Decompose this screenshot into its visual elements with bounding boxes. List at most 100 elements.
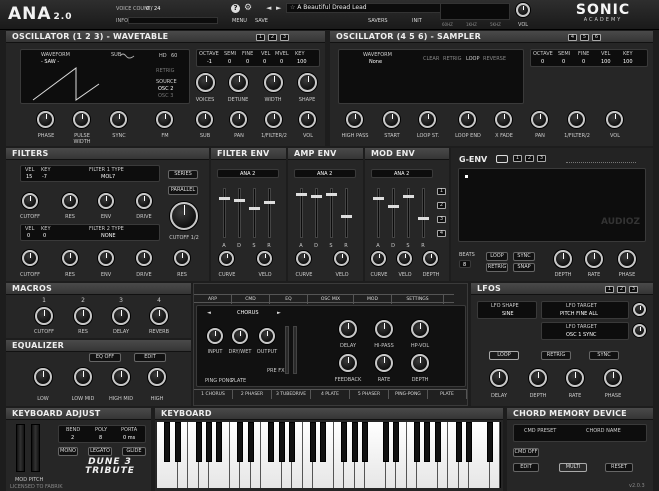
reset-button[interactable]: RESET <box>605 463 633 472</box>
legato-button[interactable]: LEGATO <box>88 447 112 456</box>
lfo-tab-3[interactable]: 3 <box>629 286 638 293</box>
osc2-tab-5[interactable]: 5 <box>580 34 589 41</box>
black-key[interactable] <box>206 422 212 462</box>
source-osc3[interactable]: OSC 3 <box>158 93 173 99</box>
f1-cutoff-knob[interactable] <box>22 193 38 209</box>
loop-start-knob[interactable] <box>419 111 436 128</box>
eq-low-mid-knob[interactable] <box>74 368 92 386</box>
chord-display[interactable]: CMD PRESET CHORD NAME <box>513 424 647 442</box>
f1-drive-knob[interactable] <box>136 193 152 209</box>
init-button[interactable]: INIT <box>412 18 422 24</box>
black-key[interactable] <box>247 422 254 462</box>
osc1-waveform-display[interactable]: WAVEFORM - SAW - SUB HD 60 RETRIG SOURCE… <box>20 49 190 104</box>
lfo-delay-knob[interactable] <box>490 369 508 387</box>
series-button[interactable]: SERIES <box>168 170 198 179</box>
fx-chain-ping-pong[interactable]: PING-PONG <box>389 390 428 399</box>
f1-type[interactable]: MOL7 <box>101 174 115 180</box>
width-knob[interactable] <box>264 73 283 92</box>
g-env-sync-button[interactable]: SYNC <box>513 252 535 261</box>
amp-env-curve-knob[interactable] <box>296 251 311 266</box>
g-env-phase-knob[interactable] <box>618 250 636 268</box>
eq-high-mid-knob[interactable] <box>112 368 130 386</box>
fx-slot-slider-2[interactable] <box>293 326 297 374</box>
lfo-retrig-button[interactable]: RETRIG <box>541 351 571 360</box>
f2-res-extra-knob[interactable] <box>174 250 190 266</box>
lfo-tab-2[interactable]: 2 <box>617 286 626 293</box>
osc2-param-val-0[interactable]: 0 <box>541 59 544 65</box>
osc1-param-val-4[interactable]: 0 <box>280 59 283 65</box>
lfo-target-2[interactable]: LFO TARGET OSC 1 SYNC <box>541 322 629 340</box>
g-env-depth-knob[interactable] <box>554 250 572 268</box>
black-key[interactable] <box>382 422 389 462</box>
loop-end-knob[interactable] <box>459 111 476 128</box>
bend-value[interactable]: 2 <box>71 435 74 441</box>
g-env-retrig-button[interactable]: RETRIG <box>486 263 508 272</box>
menu-button[interactable]: MENU <box>232 18 247 24</box>
osc1-filter-route-knob[interactable] <box>265 111 282 128</box>
f2-env-knob[interactable] <box>98 250 114 266</box>
x-fade-knob[interactable] <box>495 111 512 128</box>
mod-env-select[interactable]: ANA 2 <box>371 169 433 178</box>
mod-env-depth-knob[interactable] <box>423 251 438 266</box>
g-env-target-display[interactable] <box>566 155 636 163</box>
settings-gear-icon[interactable]: ⚙ <box>244 4 252 13</box>
black-key[interactable] <box>455 422 462 462</box>
osc1-tab-2[interactable]: 2 <box>268 34 277 41</box>
tab-arp[interactable]: ARP <box>194 295 232 304</box>
fx-dry-wet-knob[interactable] <box>232 328 248 344</box>
osc2-tab-4[interactable]: 4 <box>568 34 577 41</box>
osc2-filter-route-knob[interactable] <box>568 111 585 128</box>
master-volume-knob[interactable] <box>516 3 530 17</box>
g-env-tab-1[interactable]: 1 <box>513 155 522 162</box>
amp-env-attack-slider[interactable] <box>296 188 307 238</box>
f2-key[interactable]: 0 <box>43 233 46 239</box>
eq-edit-button[interactable]: EDIT <box>134 353 166 362</box>
reverse-option[interactable]: REVERSE <box>483 56 506 62</box>
tab-mod[interactable]: MOD <box>354 295 392 304</box>
filter-env-select[interactable]: ANA 2 <box>217 169 279 178</box>
savers-button[interactable]: SAVERS <box>368 18 388 24</box>
multi-button[interactable]: MULTI <box>559 463 587 472</box>
lfo-shape-select[interactable]: LFO SHAPE SINE <box>477 301 537 319</box>
g-env-mode-icon[interactable] <box>496 155 508 163</box>
lfo-depth-knob[interactable] <box>529 369 547 387</box>
filter-env-release-slider[interactable] <box>264 188 275 238</box>
osc2-param-val-2[interactable]: 0 <box>582 59 585 65</box>
lfo-loop-button[interactable]: LOOP <box>489 351 519 360</box>
amp-env-velo-knob[interactable] <box>334 251 349 266</box>
macro-3-knob[interactable] <box>112 307 130 325</box>
filter2-display[interactable]: VEL KEY 0 0 FILTER 2 TYPE NONE <box>20 224 160 241</box>
osc1-param-val-0[interactable]: -1 <box>207 59 212 65</box>
eq-low-knob[interactable] <box>34 368 52 386</box>
mod-env-release-slider[interactable] <box>418 188 429 238</box>
f2-drive-knob[interactable] <box>136 250 152 266</box>
fx-output-knob[interactable] <box>259 328 275 344</box>
fx-slot-slider-1[interactable] <box>285 326 289 374</box>
lfo-target-1-amount-knob[interactable] <box>633 303 646 316</box>
mod-env-curve-knob[interactable] <box>371 251 386 266</box>
black-key[interactable] <box>278 422 285 462</box>
fx-rate-knob[interactable] <box>375 354 393 372</box>
f1-key[interactable]: -7 <box>42 174 47 180</box>
phase-knob[interactable] <box>37 111 54 128</box>
f2-cutoff-knob[interactable] <box>22 250 38 266</box>
eq-off-button[interactable]: EQ OFF <box>89 353 121 362</box>
black-key[interactable] <box>289 422 296 462</box>
g-env-tab-3[interactable]: 3 <box>537 155 546 162</box>
fx-hp-vol-knob[interactable] <box>411 320 429 338</box>
g-env-tab-2[interactable]: 2 <box>525 155 534 162</box>
mod-env-velo-knob[interactable] <box>397 251 412 266</box>
f1-env-knob[interactable] <box>98 193 114 209</box>
macro-2-knob[interactable] <box>74 307 92 325</box>
sampler-display[interactable]: WAVEFORM None CLEAR RETRIG LOOP REVERSE <box>338 49 524 104</box>
preset-prev-icon[interactable]: ◄ <box>266 4 271 12</box>
f2-vel[interactable]: 0 <box>27 233 30 239</box>
osc1-param-val-2[interactable]: 0 <box>246 59 249 65</box>
mod-env-slot-1[interactable]: 1 <box>437 188 446 195</box>
black-key[interactable] <box>424 422 431 462</box>
fx-next-icon[interactable]: ► <box>277 310 281 316</box>
filter-env-velo-knob[interactable] <box>257 251 272 266</box>
black-key[interactable] <box>362 422 368 462</box>
tab-settings[interactable]: SETTINGS <box>392 295 444 304</box>
osc2-param-val-3[interactable]: 100 <box>601 59 611 65</box>
